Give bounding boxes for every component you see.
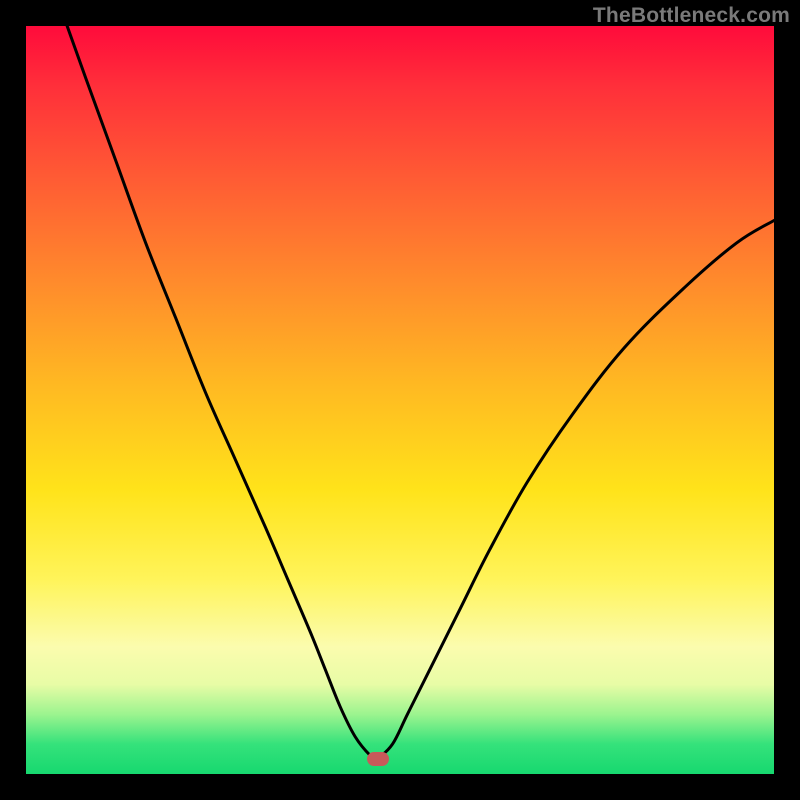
curve-layer <box>26 26 774 774</box>
chart-frame: TheBottleneck.com <box>0 0 800 800</box>
plot-area <box>26 26 774 774</box>
watermark-text: TheBottleneck.com <box>593 4 790 28</box>
optimum-marker <box>367 752 389 766</box>
bottleneck-curve-left <box>67 26 377 759</box>
bottleneck-curve-right <box>378 220 774 759</box>
